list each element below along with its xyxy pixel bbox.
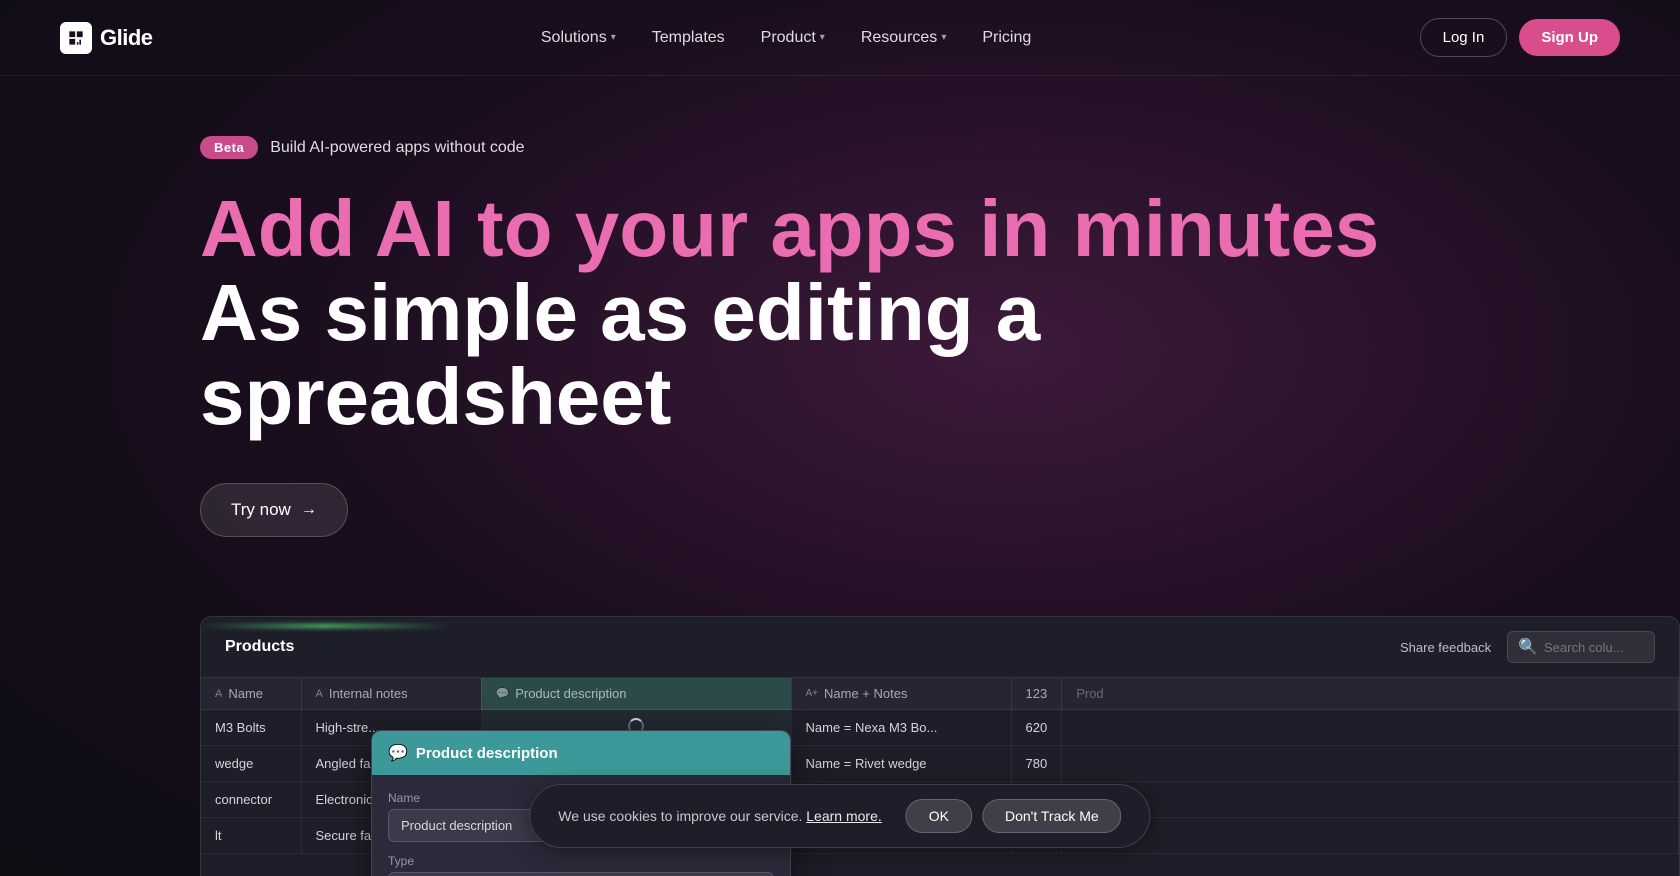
- col-header-name: A Name: [201, 678, 301, 710]
- cookie-text: We use cookies to improve our service. L…: [558, 808, 881, 824]
- cell-count-1: 620: [1011, 710, 1062, 746]
- nav-item-resources[interactable]: Resources ▾: [861, 29, 947, 47]
- cell-name-1: M3 Bolts: [201, 710, 301, 746]
- spreadsheet-title: Products: [225, 638, 294, 656]
- cell-name-3: connector: [201, 782, 301, 818]
- cell-name-2: wedge: [201, 746, 301, 782]
- logo[interactable]: Glide: [60, 22, 153, 54]
- nav-item-solutions[interactable]: Solutions ▾: [541, 29, 616, 47]
- cookie-actions: OK Don't Track Me: [906, 799, 1122, 833]
- logo-text: Glide: [100, 25, 153, 51]
- learn-more-link[interactable]: Learn more.: [806, 808, 881, 824]
- chevron-down-icon: ▾: [820, 32, 825, 43]
- panel-type-label: Type: [388, 854, 774, 868]
- chevron-down-icon: ▾: [611, 32, 616, 43]
- nav-item-templates[interactable]: Templates: [652, 29, 725, 47]
- cell-count-2: 780: [1011, 746, 1062, 782]
- hero-section: Beta Build AI-powered apps without code …: [0, 76, 1680, 537]
- nav-item-product[interactable]: Product ▾: [761, 29, 825, 47]
- hero-title-pink: Add AI to your apps in minutes: [200, 184, 1379, 273]
- cell-name-notes-1: Name = Nexa M3 Bo...: [791, 710, 1011, 746]
- dont-track-button[interactable]: Don't Track Me: [982, 799, 1122, 833]
- panel-chat-icon: 💬: [388, 743, 408, 763]
- login-button[interactable]: Log In: [1420, 18, 1508, 57]
- signup-button[interactable]: Sign Up: [1519, 19, 1620, 56]
- search-icon: 🔍: [1518, 637, 1538, 657]
- arrow-right-icon: →: [301, 501, 317, 519]
- glow-bar: [200, 624, 450, 628]
- cell-name-4: lt: [201, 818, 301, 854]
- nav-actions: Log In Sign Up: [1420, 18, 1620, 57]
- spreadsheet-actions: Share feedback 🔍: [1400, 631, 1655, 663]
- col-header-prod: Prod: [1062, 678, 1679, 710]
- col-header-count: 123: [1011, 678, 1062, 710]
- beta-description: Build AI-powered apps without code: [270, 139, 524, 157]
- cell-name-notes-2: Name = Rivet wedge: [791, 746, 1011, 782]
- search-box[interactable]: 🔍: [1507, 631, 1655, 663]
- try-now-button[interactable]: Try now →: [200, 483, 348, 537]
- panel-type-field: Type 💬 Generate Text ▾: [388, 854, 774, 876]
- cell-prod-3: [1062, 782, 1679, 818]
- panel-type-select[interactable]: 💬 Generate Text ▾: [388, 872, 774, 876]
- cell-prod-4: [1062, 818, 1679, 854]
- panel-header: 💬 Product description: [372, 731, 790, 775]
- search-input[interactable]: [1544, 640, 1644, 655]
- navbar: Glide Solutions ▾ Templates Product ▾ Re…: [0, 0, 1680, 76]
- col-header-product-desc: 💬 Product description: [481, 678, 791, 710]
- nav-item-pricing[interactable]: Pricing: [982, 29, 1031, 47]
- cell-prod-1: [1062, 710, 1679, 746]
- beta-pill: Beta: [200, 136, 258, 159]
- panel-title: Product description: [416, 745, 558, 762]
- hero-title: Add AI to your apps in minutes As simple…: [200, 187, 1480, 439]
- nav-links: Solutions ▾ Templates Product ▾ Resource…: [541, 29, 1031, 47]
- col-header-name-notes: A+ Name + Notes: [791, 678, 1011, 710]
- col-header-internal-notes: A Internal notes: [301, 678, 481, 710]
- cookie-banner: We use cookies to improve our service. L…: [529, 784, 1150, 848]
- ok-button[interactable]: OK: [906, 799, 972, 833]
- hero-title-white: As simple as editing a spreadsheet: [200, 271, 1480, 439]
- chevron-down-icon: ▾: [941, 32, 946, 43]
- beta-badge: Beta Build AI-powered apps without code: [200, 136, 525, 159]
- share-feedback-button[interactable]: Share feedback: [1400, 640, 1491, 655]
- logo-icon: [60, 22, 92, 54]
- cell-prod-2: [1062, 746, 1679, 782]
